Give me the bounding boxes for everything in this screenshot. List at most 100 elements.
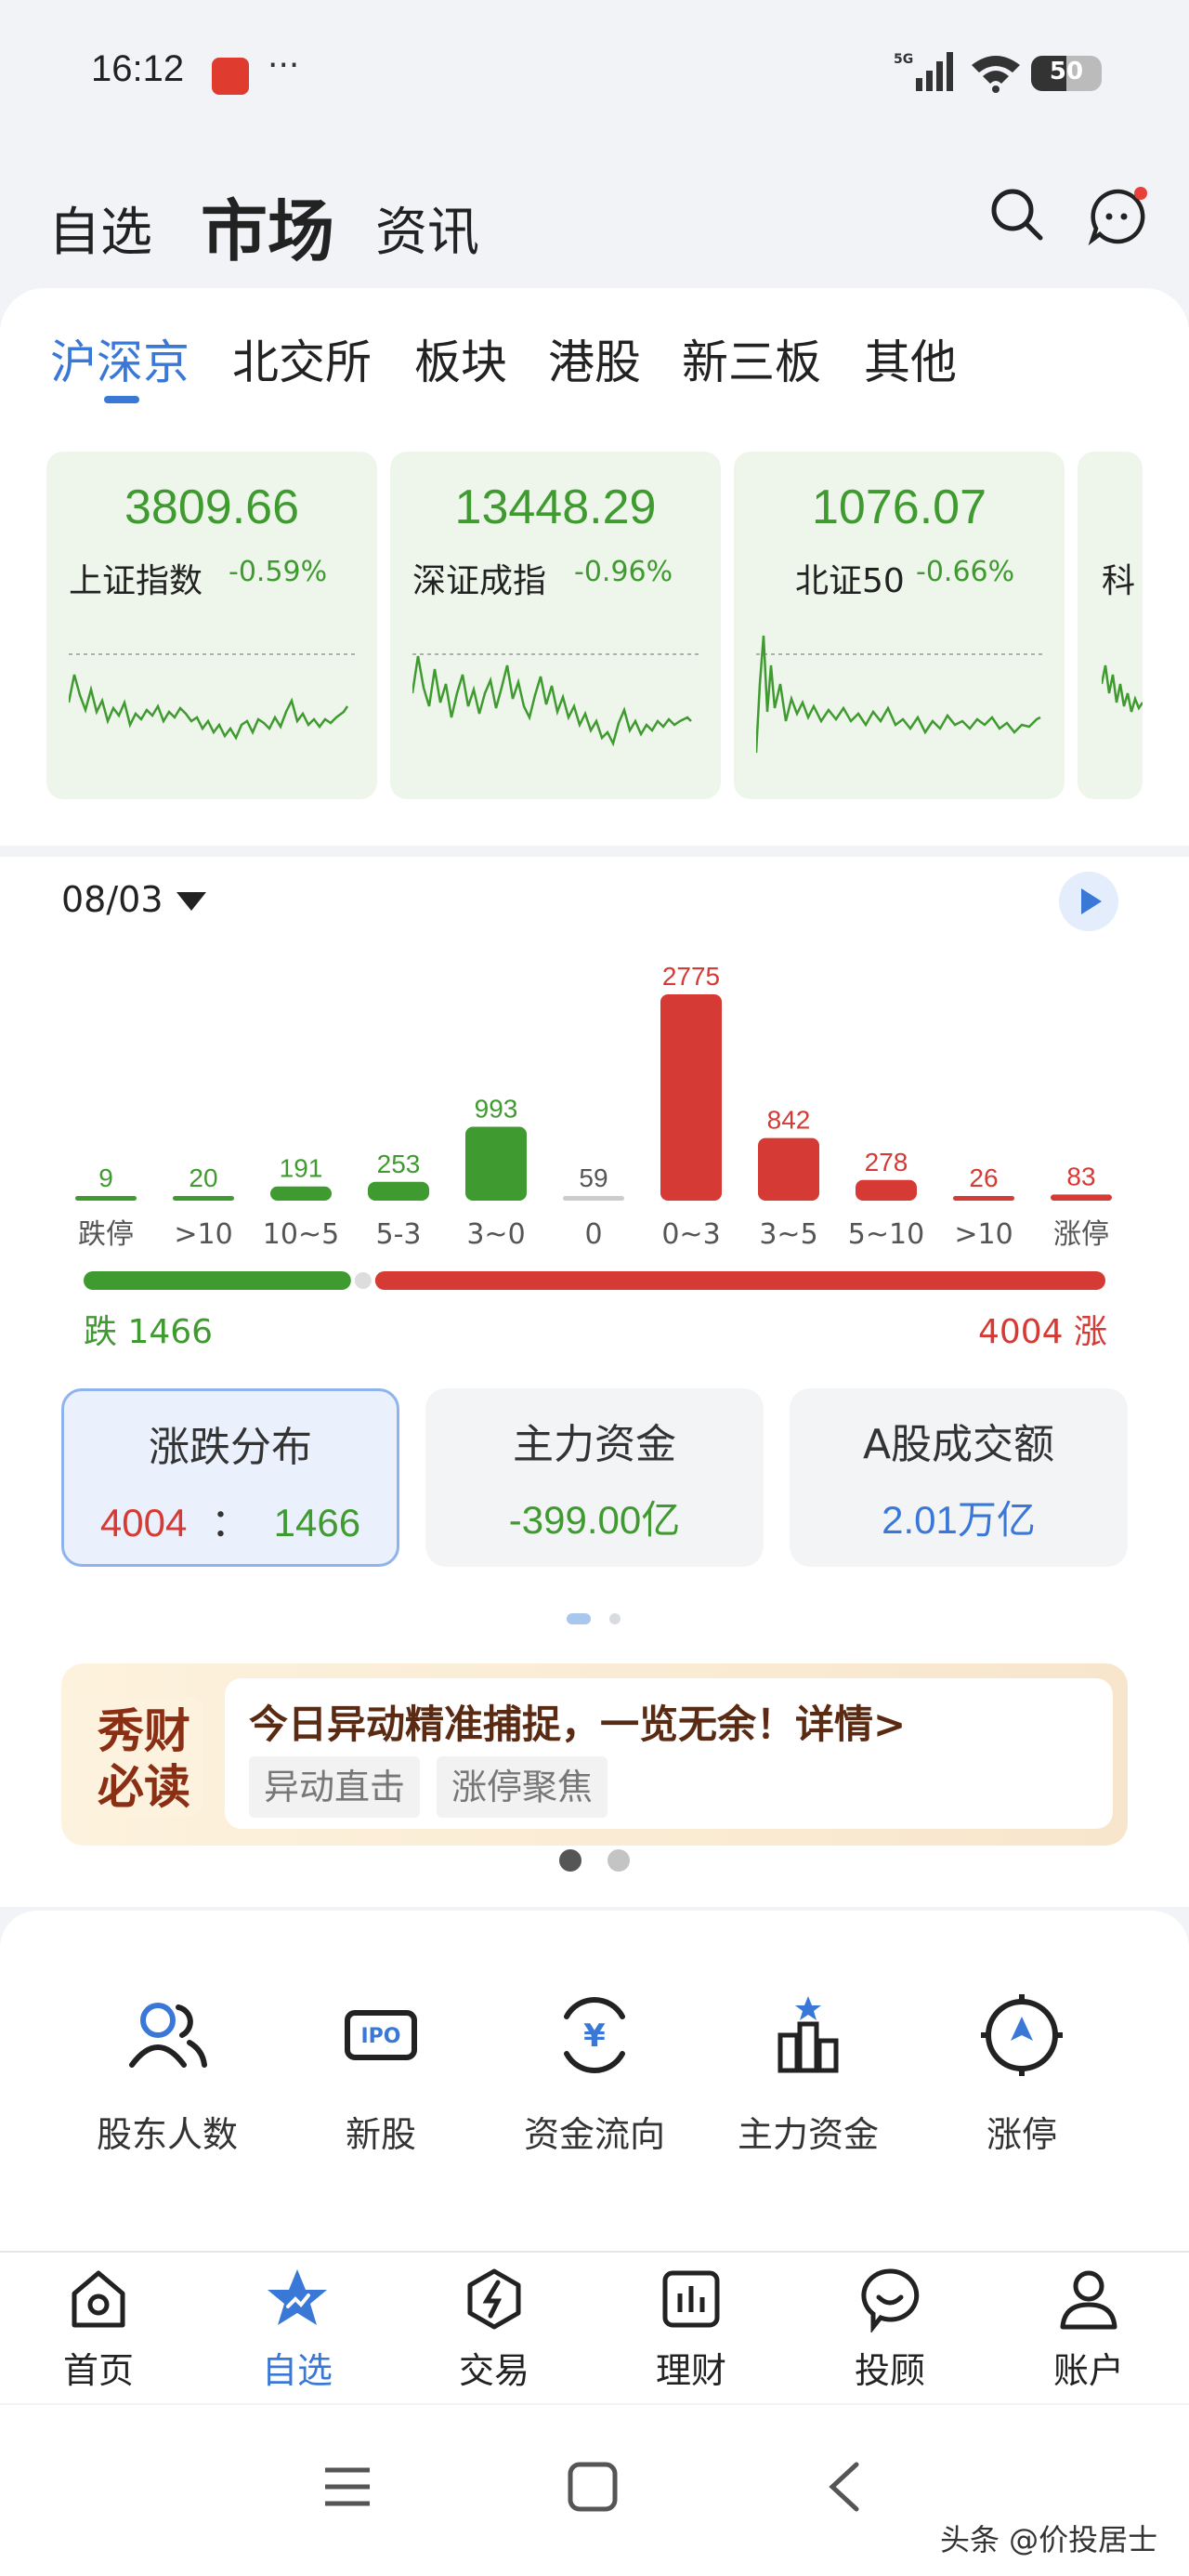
nav-trade[interactable]: 交易 xyxy=(420,2266,568,2393)
stat-main-capital[interactable]: 主力资金 -399.00亿 xyxy=(425,1388,764,1567)
category-label: 0 xyxy=(584,1218,602,1251)
bar-5 xyxy=(563,1196,624,1201)
bar-2 xyxy=(270,1186,332,1201)
play-icon[interactable] xyxy=(1059,872,1118,931)
flat-ratio-dot xyxy=(354,1272,372,1289)
shortcut-ipo[interactable]: IPO 新股 xyxy=(288,1989,474,2157)
subtab-sectors[interactable]: 板块 xyxy=(414,325,507,392)
network-type: 5G xyxy=(894,52,913,67)
distribution-chart: 9 跌停 20 >10 191 10~5 253 5-3 993 3~0 59 0 2775 0~3 842… xyxy=(75,962,1112,1290)
shortcut-label: 资金流向 xyxy=(523,2114,665,2155)
index-name: 北证50 xyxy=(795,562,905,600)
index-card-sh[interactable]: 3809.66 上证指数 -0.59% xyxy=(46,452,377,799)
bar-value-label: 2775 xyxy=(662,962,720,991)
banner-pager-dot-active xyxy=(559,1849,581,1872)
index-name: 上证指数 xyxy=(69,562,203,600)
subtab-other[interactable]: 其他 xyxy=(864,325,957,392)
stat-value: 4004 ： 1466 xyxy=(64,1492,397,1548)
nav-watchlist[interactable]: 自选 xyxy=(223,2266,372,2393)
total-up-label: 4004 涨 xyxy=(977,1313,1107,1351)
nav-label: 投顾 xyxy=(854,2350,925,2391)
nav-home[interactable]: 首页 xyxy=(24,2266,173,2393)
nav-account[interactable]: 账户 xyxy=(1014,2266,1163,2393)
stat-title: 涨跌分布 xyxy=(149,1424,312,1471)
bar-value-label: 26 xyxy=(969,1163,998,1192)
more-notifications-icon: ··· xyxy=(268,46,300,85)
index-card-sz[interactable]: 13448.29 深证成指 -0.96% xyxy=(390,452,721,799)
category-label: 跌停 xyxy=(78,1218,134,1251)
banner-chip[interactable]: 涨停聚焦 xyxy=(437,1756,608,1818)
home-square-icon[interactable] xyxy=(567,2461,619,2513)
bar-9 xyxy=(953,1196,1014,1201)
bar-value-label: 9 xyxy=(98,1163,113,1192)
category-label: 10~5 xyxy=(263,1218,339,1251)
nav-advisor[interactable]: 投顾 xyxy=(816,2266,964,2393)
index-name: 深证成指 xyxy=(412,562,547,600)
subtab-hk[interactable]: 港股 xyxy=(548,325,641,392)
bar-3 xyxy=(368,1181,429,1201)
svg-text:IPO: IPO xyxy=(360,2025,400,2048)
bar-10 xyxy=(1051,1194,1112,1201)
nav-label: 理财 xyxy=(655,2350,726,2391)
message-icon[interactable] xyxy=(1087,186,1148,247)
dropdown-arrow-icon[interactable] xyxy=(176,892,206,911)
subtab-hushenjing[interactable]: 沪深京 xyxy=(50,325,189,392)
stat-title: 主力资金 xyxy=(513,1421,676,1468)
battery-level: 50 xyxy=(1049,58,1084,85)
main-capital-icon xyxy=(777,1996,839,2073)
date-selector[interactable]: 08/03 xyxy=(61,879,163,920)
advisor-icon xyxy=(861,2268,920,2333)
category-label: 3~0 xyxy=(466,1218,525,1251)
index-card-bz50[interactable]: 1076.07 北证50 -0.66% xyxy=(734,452,1065,799)
subtab-bse[interactable]: 北交所 xyxy=(232,325,372,392)
search-icon[interactable] xyxy=(988,186,1044,242)
shortcut-shareholders[interactable]: 股东人数 xyxy=(74,1989,260,2157)
bar-8 xyxy=(856,1179,917,1201)
clock: 16:12 xyxy=(91,48,185,89)
nav-wealth[interactable]: 理财 xyxy=(617,2266,765,2393)
active-tab-indicator xyxy=(104,396,139,403)
trade-icon xyxy=(467,2268,521,2330)
shortcut-limit-up[interactable]: 涨停 xyxy=(929,1989,1115,2157)
stat-distribution[interactable]: 涨跌分布 4004 ： 1466 xyxy=(61,1388,399,1567)
battery-icon: 50 xyxy=(1031,56,1102,91)
category-label: 5~10 xyxy=(848,1218,924,1251)
index-change: -0.96% xyxy=(574,556,673,588)
xiucai-logo: 秀财 必读 xyxy=(85,1697,203,1816)
stat-up-count: 4004 xyxy=(99,1501,188,1544)
back-icon[interactable] xyxy=(817,2459,869,2515)
shortcut-main-capital[interactable]: 主力资金 xyxy=(715,1989,901,2157)
index-sparkline xyxy=(756,635,1044,754)
status-bar: 16:12 ··· 5G 50 xyxy=(0,0,1189,149)
bottom-nav xyxy=(0,2251,1189,2403)
tab-news[interactable]: 资讯 xyxy=(375,191,479,266)
category-label: >10 xyxy=(174,1218,232,1251)
tab-market[interactable]: 市场 xyxy=(201,177,334,274)
stat-value: -399.00亿 xyxy=(508,1498,681,1542)
nav-label: 交易 xyxy=(458,2350,529,2391)
index-card-kc[interactable]: 科 xyxy=(1078,452,1143,799)
shortcut-capital-flow[interactable]: ¥ 资金流向 xyxy=(502,1989,687,2157)
wealth-icon xyxy=(662,2270,720,2328)
bar-value-label: 842 xyxy=(767,1106,811,1135)
svg-text:¥: ¥ xyxy=(583,2017,606,2055)
bar-7 xyxy=(758,1137,819,1201)
banner-chip[interactable]: 异动直击 xyxy=(249,1756,421,1818)
pager-dot xyxy=(609,1613,621,1624)
subtab-neeq[interactable]: 新三板 xyxy=(682,325,821,392)
menu-icon[interactable] xyxy=(321,2461,373,2513)
tab-watchlist[interactable]: 自选 xyxy=(48,191,152,266)
stat-turnover[interactable]: A股成交额 2.01万亿 xyxy=(790,1388,1128,1567)
shortcut-label: 新股 xyxy=(345,2114,416,2155)
app-notification-icon xyxy=(212,58,249,95)
stat-separator: ： xyxy=(210,1501,250,1544)
bar-1 xyxy=(173,1196,234,1201)
index-value: 1076.07 xyxy=(812,480,986,534)
watermark: 头条 @价投居士 xyxy=(940,2522,1158,2557)
index-value: 13448.29 xyxy=(454,480,657,534)
category-label: 涨停 xyxy=(1053,1218,1109,1251)
nav-label: 首页 xyxy=(62,2350,134,2391)
banner-title[interactable]: 今日异动精准捕捉，一览无余！详情> xyxy=(249,1693,906,1750)
bar-value-label: 59 xyxy=(579,1163,608,1192)
category-label: 5-3 xyxy=(376,1218,422,1251)
